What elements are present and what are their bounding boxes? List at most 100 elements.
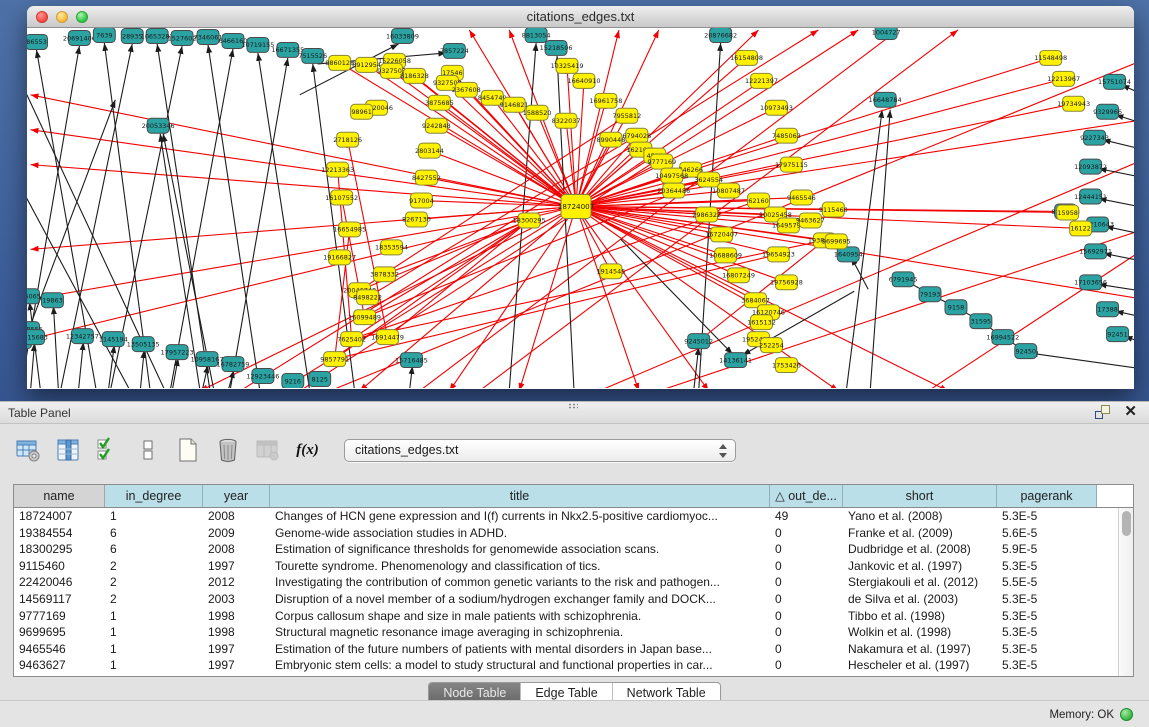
- row-height-icon[interactable]: [134, 437, 161, 464]
- graph-node-label: 8498222: [353, 294, 382, 302]
- table-cell: 0: [770, 558, 843, 575]
- graph-node-label: 16033809: [386, 32, 419, 40]
- table-cell: 5.3E-5: [997, 657, 1097, 674]
- select-columns-icon[interactable]: [94, 437, 121, 464]
- graph-node-label: 10719155: [241, 41, 274, 49]
- table-cell: 5.5E-5: [997, 574, 1097, 591]
- delete-table-icon[interactable]: [214, 437, 241, 464]
- table-cell: 9465546: [14, 641, 105, 658]
- table-cell: Investigating the contribution of common…: [270, 574, 770, 591]
- table-cell: 5.3E-5: [997, 558, 1097, 575]
- table-cell: 9777169: [14, 608, 105, 625]
- table-cell: 0: [770, 608, 843, 625]
- table-cell: 5.3E-5: [997, 608, 1097, 625]
- graph-node-label: 8427552: [412, 174, 441, 182]
- graph-node-label: 12213363: [321, 166, 354, 174]
- vertical-scrollbar[interactable]: [1118, 508, 1133, 676]
- network-canvas[interactable]: 1872400718300295865532069140676392893510…: [27, 28, 1134, 388]
- graph-node-label: 20364486: [657, 187, 690, 195]
- table-cell: Changes of HCN gene expression and I(f) …: [270, 508, 770, 525]
- graph-node-label: 3684067: [741, 297, 770, 305]
- table-cell: Estimation of the future numbers of pati…: [270, 641, 770, 658]
- new-table-icon[interactable]: [174, 437, 201, 464]
- column-header-pagerank[interactable]: pagerank: [997, 485, 1097, 507]
- graph-node-label: 12342757: [66, 332, 99, 340]
- table-panel-title: Table Panel: [8, 402, 71, 424]
- graph-node-label: 20691406: [63, 34, 96, 42]
- graph-node-label: 9463627: [796, 217, 825, 225]
- graph-node-label: 8990448: [597, 136, 626, 144]
- table-cell: 2003: [203, 591, 270, 608]
- column-header-year[interactable]: year: [203, 485, 270, 507]
- float-window-icon[interactable]: [1095, 405, 1110, 419]
- table-cell: 5.3E-5: [997, 624, 1097, 641]
- table-row[interactable]: 1830029562008Estimation of significance …: [14, 541, 1118, 558]
- table-panel-header: Table Panel ✕: [0, 402, 1149, 424]
- status-bar: Memory: OK: [0, 700, 1149, 727]
- graph-node-label: 1527602: [168, 34, 197, 42]
- table-cell: Disruption of a novel member of a sodium…: [270, 591, 770, 608]
- table-row[interactable]: 946554611997Estimation of the future num…: [14, 641, 1118, 658]
- graph-node-label: 917004: [409, 197, 434, 205]
- table-cell: 22420046: [14, 574, 105, 591]
- column-header-short[interactable]: short: [843, 485, 997, 507]
- column-header-title[interactable]: title: [270, 485, 770, 507]
- memory-status-label: Memory: OK: [1049, 709, 1114, 721]
- column-header-out_de[interactable]: △ out_de...: [770, 485, 843, 507]
- table-row[interactable]: 911546021997Tourette syndrome. Phenomeno…: [14, 558, 1118, 575]
- table-row[interactable]: 2242004622012Investigating the contribut…: [14, 574, 1118, 591]
- table-cell: 1998: [203, 608, 270, 625]
- table-cell: 9115460: [14, 558, 105, 575]
- graph-node-label: 1640954: [834, 251, 863, 259]
- graph-node-label: 16640910: [568, 77, 601, 85]
- graph-node-label: 12923446: [246, 372, 279, 380]
- network-window-titlebar[interactable]: citations_edges.txt: [27, 6, 1134, 28]
- table-row[interactable]: 1938455462009Genome-wide association stu…: [14, 525, 1118, 542]
- table-cell: 2008: [203, 541, 270, 558]
- table-row[interactable]: 977716911998Corpus callosum shape and si…: [14, 608, 1118, 625]
- table-row[interactable]: 969969511998Structural magnetic resonanc…: [14, 624, 1118, 641]
- table-cell: 1: [105, 608, 203, 625]
- graph-node-label: 8813054: [522, 31, 551, 39]
- graph-node-label: 7639: [96, 31, 112, 39]
- graph-node-label: 9242848: [422, 122, 451, 130]
- graph-node-label: 16782759: [216, 360, 249, 368]
- column-header-name[interactable]: name: [14, 485, 105, 507]
- table-cell: 14569117: [14, 591, 105, 608]
- table-cell: Corpus callosum shape and size in male p…: [270, 608, 770, 625]
- node-table: namein_degreeyeartitle△ out_de...shortpa…: [13, 484, 1134, 677]
- graph-node-label: 2803144: [415, 147, 444, 155]
- graph-node-label: 8125: [311, 375, 327, 383]
- graph-node-label: 11548498: [1034, 54, 1067, 62]
- table-cell: Nakamura et al. (1997): [843, 641, 997, 658]
- show-column-icon[interactable]: [54, 437, 81, 464]
- graph-node-label: 16122: [1070, 225, 1091, 233]
- function-builder-icon[interactable]: f(x): [294, 437, 321, 464]
- graph-node-label: 7955812: [612, 112, 641, 120]
- table-settings-icon[interactable]: [14, 437, 41, 464]
- graph-node-label: 16654985: [333, 226, 366, 234]
- column-header-in_degree[interactable]: in_degree: [105, 485, 203, 507]
- table-selector-dropdown[interactable]: citations_edges.txt: [344, 439, 736, 462]
- graph-node-label: 1588520: [523, 109, 552, 117]
- table-cell: 0: [770, 525, 843, 542]
- table-row[interactable]: 1872400712008Changes of HCN gene express…: [14, 508, 1118, 525]
- splitter-grip[interactable]: [568, 403, 578, 409]
- graph-node-label: 86553: [27, 38, 47, 46]
- table-cell: Estimation of significance thresholds fo…: [270, 541, 770, 558]
- fx-label: f(x): [296, 442, 319, 459]
- close-panel-icon[interactable]: ✕: [1124, 405, 1137, 419]
- graph-node-label: 17957223: [161, 348, 194, 356]
- table-cell: 18724007: [14, 508, 105, 525]
- scrollbar-thumb[interactable]: [1122, 511, 1131, 536]
- graph-node-label: 3624554: [694, 176, 723, 184]
- table-cell: 1: [105, 657, 203, 674]
- table-cell: 5.3E-5: [997, 591, 1097, 608]
- graph-node-label: 7515526: [298, 52, 327, 60]
- citation-network-graph[interactable]: 1872400718300295865532069140676392893510…: [27, 28, 1134, 388]
- table-row[interactable]: 1456911722003Disruption of a novel membe…: [14, 591, 1118, 608]
- table-cell: Hescheler et al. (1997): [843, 657, 997, 674]
- table-row[interactable]: 946362711997Embryonic stem cells: a mode…: [14, 657, 1118, 674]
- table-cell: 0: [770, 541, 843, 558]
- table-cell: 6: [105, 525, 203, 542]
